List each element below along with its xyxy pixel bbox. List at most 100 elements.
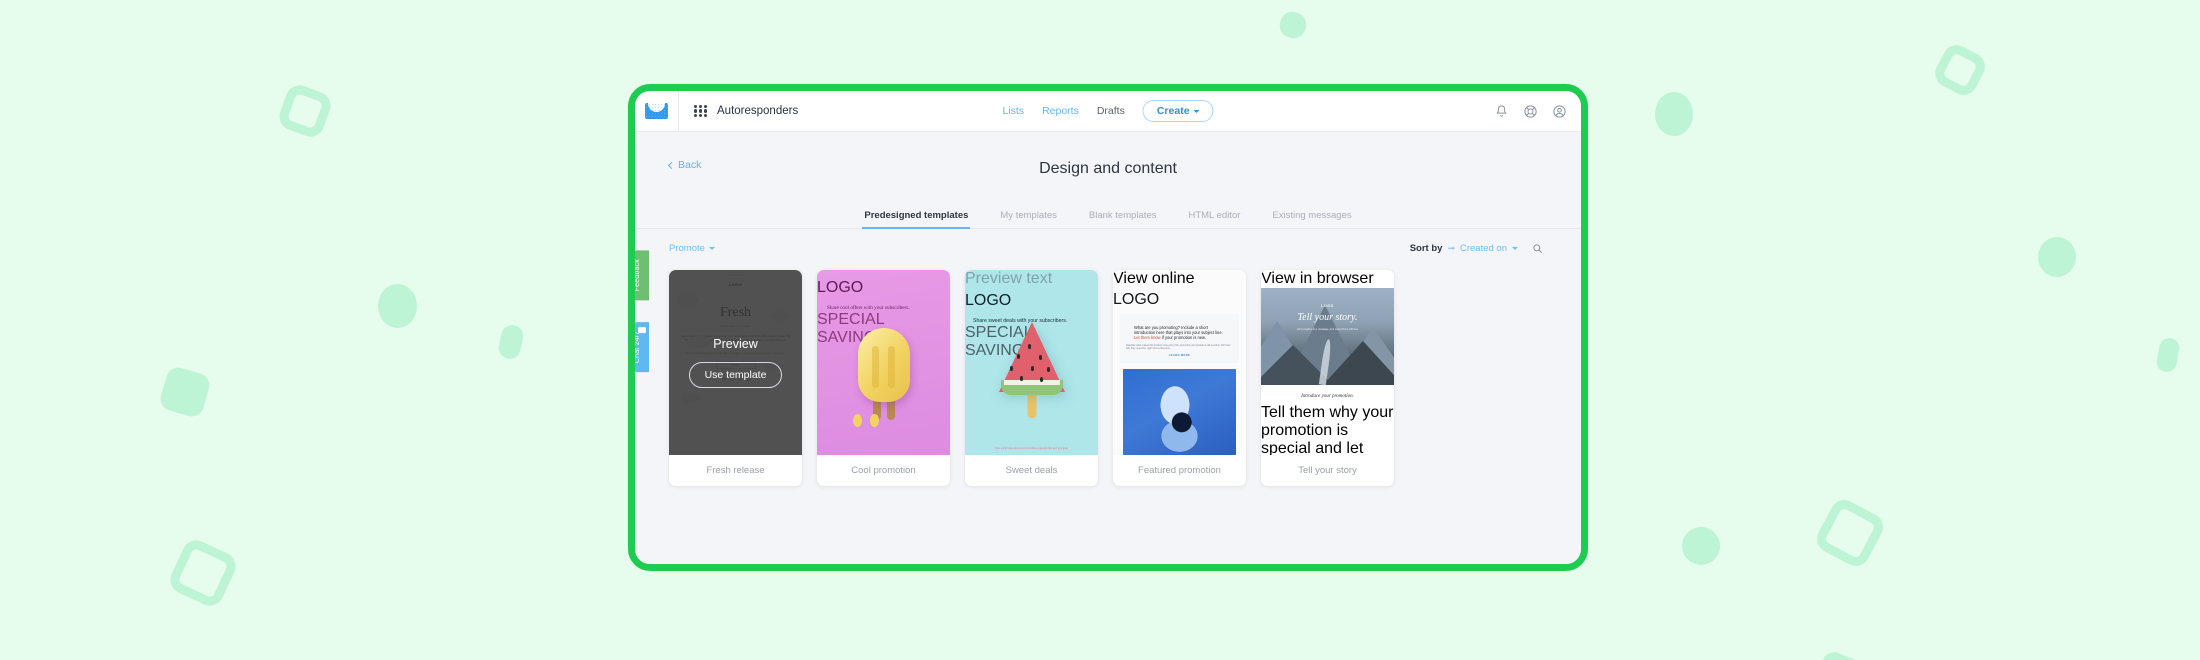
tab-blank-templates[interactable]: Blank templates: [1087, 204, 1159, 228]
body-text: Describe what makes this product more pa…: [1126, 344, 1231, 350]
back-label: Back: [678, 159, 702, 171]
decor-square-outline: [1930, 40, 1990, 100]
decor-circle: [1682, 527, 1720, 565]
logo-placeholder: LOGO: [817, 279, 864, 296]
chevron-left-icon: [667, 161, 676, 169]
nav-item-lists[interactable]: Lists: [1002, 105, 1024, 117]
mountain-hero-image: LOGO Tell your story. Add a tagline or a…: [1261, 288, 1394, 385]
preheader-text: Preview text: [965, 270, 1053, 287]
email-inner-panel: What are you promoting? Include a short …: [1120, 314, 1239, 363]
decor-square: [1811, 648, 1867, 660]
primary-nav: Lists Reports Drafts Create: [1002, 100, 1214, 122]
headline-part-2: if your promotion is new.: [1161, 335, 1206, 340]
sort-control: Sort by ➞ Created on: [1410, 243, 1518, 254]
watermelon-rind: [1000, 380, 1063, 395]
decor-square-outline: [165, 535, 241, 611]
decor-circle: [2038, 237, 2076, 277]
chat-tab[interactable]: Chat 24/7: [634, 322, 649, 373]
body-text: Tell them why your promotion is special …: [1261, 404, 1394, 455]
template-hover-overlay: Preview Use template: [669, 270, 802, 455]
appbar-actions: [1494, 104, 1567, 119]
headline-highlight: Let them know: [1134, 335, 1161, 340]
popsicle-illustration: [817, 328, 950, 448]
lifebuoy-help-icon[interactable]: [1523, 104, 1538, 119]
template-name: Cool promotion: [817, 455, 950, 486]
app-top-bar: Autoresponders Lists Reports Drafts Crea…: [635, 91, 1581, 132]
template-thumbnail: LOGO Share cool offers with your subscri…: [817, 270, 950, 455]
create-button-label: Create: [1156, 105, 1190, 117]
tab-my-templates[interactable]: My templates: [998, 204, 1059, 228]
template-name: Featured promotion: [1113, 455, 1246, 486]
template-card[interactable]: View in browser LOGO Tell your story. Ad…: [1261, 270, 1394, 486]
template-thumbnail: View online LOGO What are you promoting?…: [1113, 270, 1246, 455]
logo-placeholder: LOGO: [1321, 304, 1334, 308]
preview-label[interactable]: Preview: [713, 337, 757, 351]
template-name: Fresh release: [669, 455, 802, 486]
template-card[interactable]: Preview text LOGO Share sweet deals with…: [965, 270, 1098, 486]
chat-bubble-icon: [638, 327, 646, 333]
hero-headline: Tell your story.: [1297, 312, 1358, 323]
cta-button: LEARN MORE: [1168, 354, 1191, 357]
tab-predesigned-templates[interactable]: Predesigned templates: [862, 204, 971, 229]
logo-placeholder: LOGO: [1113, 291, 1160, 308]
back-button[interactable]: Back: [667, 159, 702, 171]
logo-placeholder: LOGO: [965, 292, 1012, 309]
decor-square: [496, 323, 526, 361]
template-thumbnail: View in browser LOGO Tell your story. Ad…: [1261, 270, 1394, 455]
hero-subtitle: Add a tagline or a message your subscrib…: [1296, 328, 1359, 331]
sort-value[interactable]: Created on: [1460, 243, 1507, 254]
nav-item-drafts[interactable]: Drafts: [1097, 105, 1125, 117]
template-name: Sweet deals: [965, 455, 1098, 486]
headline-part-1: What are you promoting? Include a short …: [1134, 325, 1223, 335]
category-filter-label: Promote: [669, 243, 705, 254]
nav-item-reports[interactable]: Reports: [1042, 105, 1079, 117]
decor-square: [157, 364, 213, 420]
grid-apps-icon[interactable]: [694, 104, 707, 118]
sort-direction-icon[interactable]: ➞: [1447, 244, 1455, 253]
template-thumbnail: View in browser LOGO Fresh AWESOME CONTE…: [669, 270, 802, 455]
preheader-text: View online: [1113, 270, 1195, 287]
create-button[interactable]: Create: [1142, 100, 1214, 122]
template-card[interactable]: View online LOGO What are you promoting?…: [1113, 270, 1246, 486]
tab-html-editor[interactable]: HTML editor: [1186, 204, 1242, 228]
intro-headline: Introduce your promotion.: [1301, 394, 1354, 399]
tab-existing-messages[interactable]: Existing messages: [1270, 204, 1353, 228]
use-template-button[interactable]: Use template: [688, 362, 783, 388]
template-tabs: Predesigned templates My templates Blank…: [635, 204, 1581, 229]
app-title: Autoresponders: [717, 105, 799, 117]
search-icon[interactable]: [1532, 243, 1543, 254]
bell-icon[interactable]: [1494, 104, 1509, 119]
template-grid: View in browser LOGO Fresh AWESOME CONTE…: [635, 254, 1581, 486]
decor-square: [1276, 8, 1310, 42]
page-body: Back Design and content Predesigned temp…: [635, 132, 1581, 564]
template-thumbnail: Preview text LOGO Share sweet deals with…: [965, 270, 1098, 455]
envelope-icon: [645, 103, 668, 119]
drip: [870, 414, 879, 427]
filter-bar: Promote Sort by ➞ Created on: [635, 229, 1581, 254]
chevron-down-icon: [1512, 247, 1518, 250]
chevron-down-icon: [708, 247, 715, 250]
popsicle-body: [857, 328, 910, 402]
decor-circle: [1655, 92, 1693, 136]
template-name: Tell your story: [1261, 455, 1394, 486]
page-title: Design and content: [1039, 160, 1177, 177]
footer-text: Type a brief note about your promotion o…: [994, 447, 1069, 450]
brand-logo[interactable]: [635, 91, 679, 131]
chevron-down-icon: [1193, 109, 1200, 113]
drip: [853, 414, 862, 427]
headline: What are you promoting? Include a short …: [1124, 325, 1235, 340]
chat-tab-label: Chat 24/7: [634, 331, 641, 364]
decor-square: [2155, 336, 2181, 374]
decor-square-outline: [275, 81, 335, 141]
page-header: Back Design and content: [635, 132, 1581, 192]
template-card[interactable]: View in browser LOGO Fresh AWESOME CONTE…: [669, 270, 802, 486]
app-window-frame: Autoresponders Lists Reports Drafts Crea…: [628, 84, 1588, 571]
account-avatar-icon[interactable]: [1552, 104, 1567, 119]
popsicle-stick: [1027, 392, 1036, 418]
statue-image: [1123, 369, 1236, 455]
decor-square-outline: [1812, 495, 1888, 571]
template-card[interactable]: LOGO Share cool offers with your subscri…: [817, 270, 950, 486]
preheader-text: View in browser: [1261, 270, 1374, 287]
feedback-tab[interactable]: Feedback: [635, 250, 649, 301]
category-filter-dropdown[interactable]: Promote: [669, 243, 715, 254]
